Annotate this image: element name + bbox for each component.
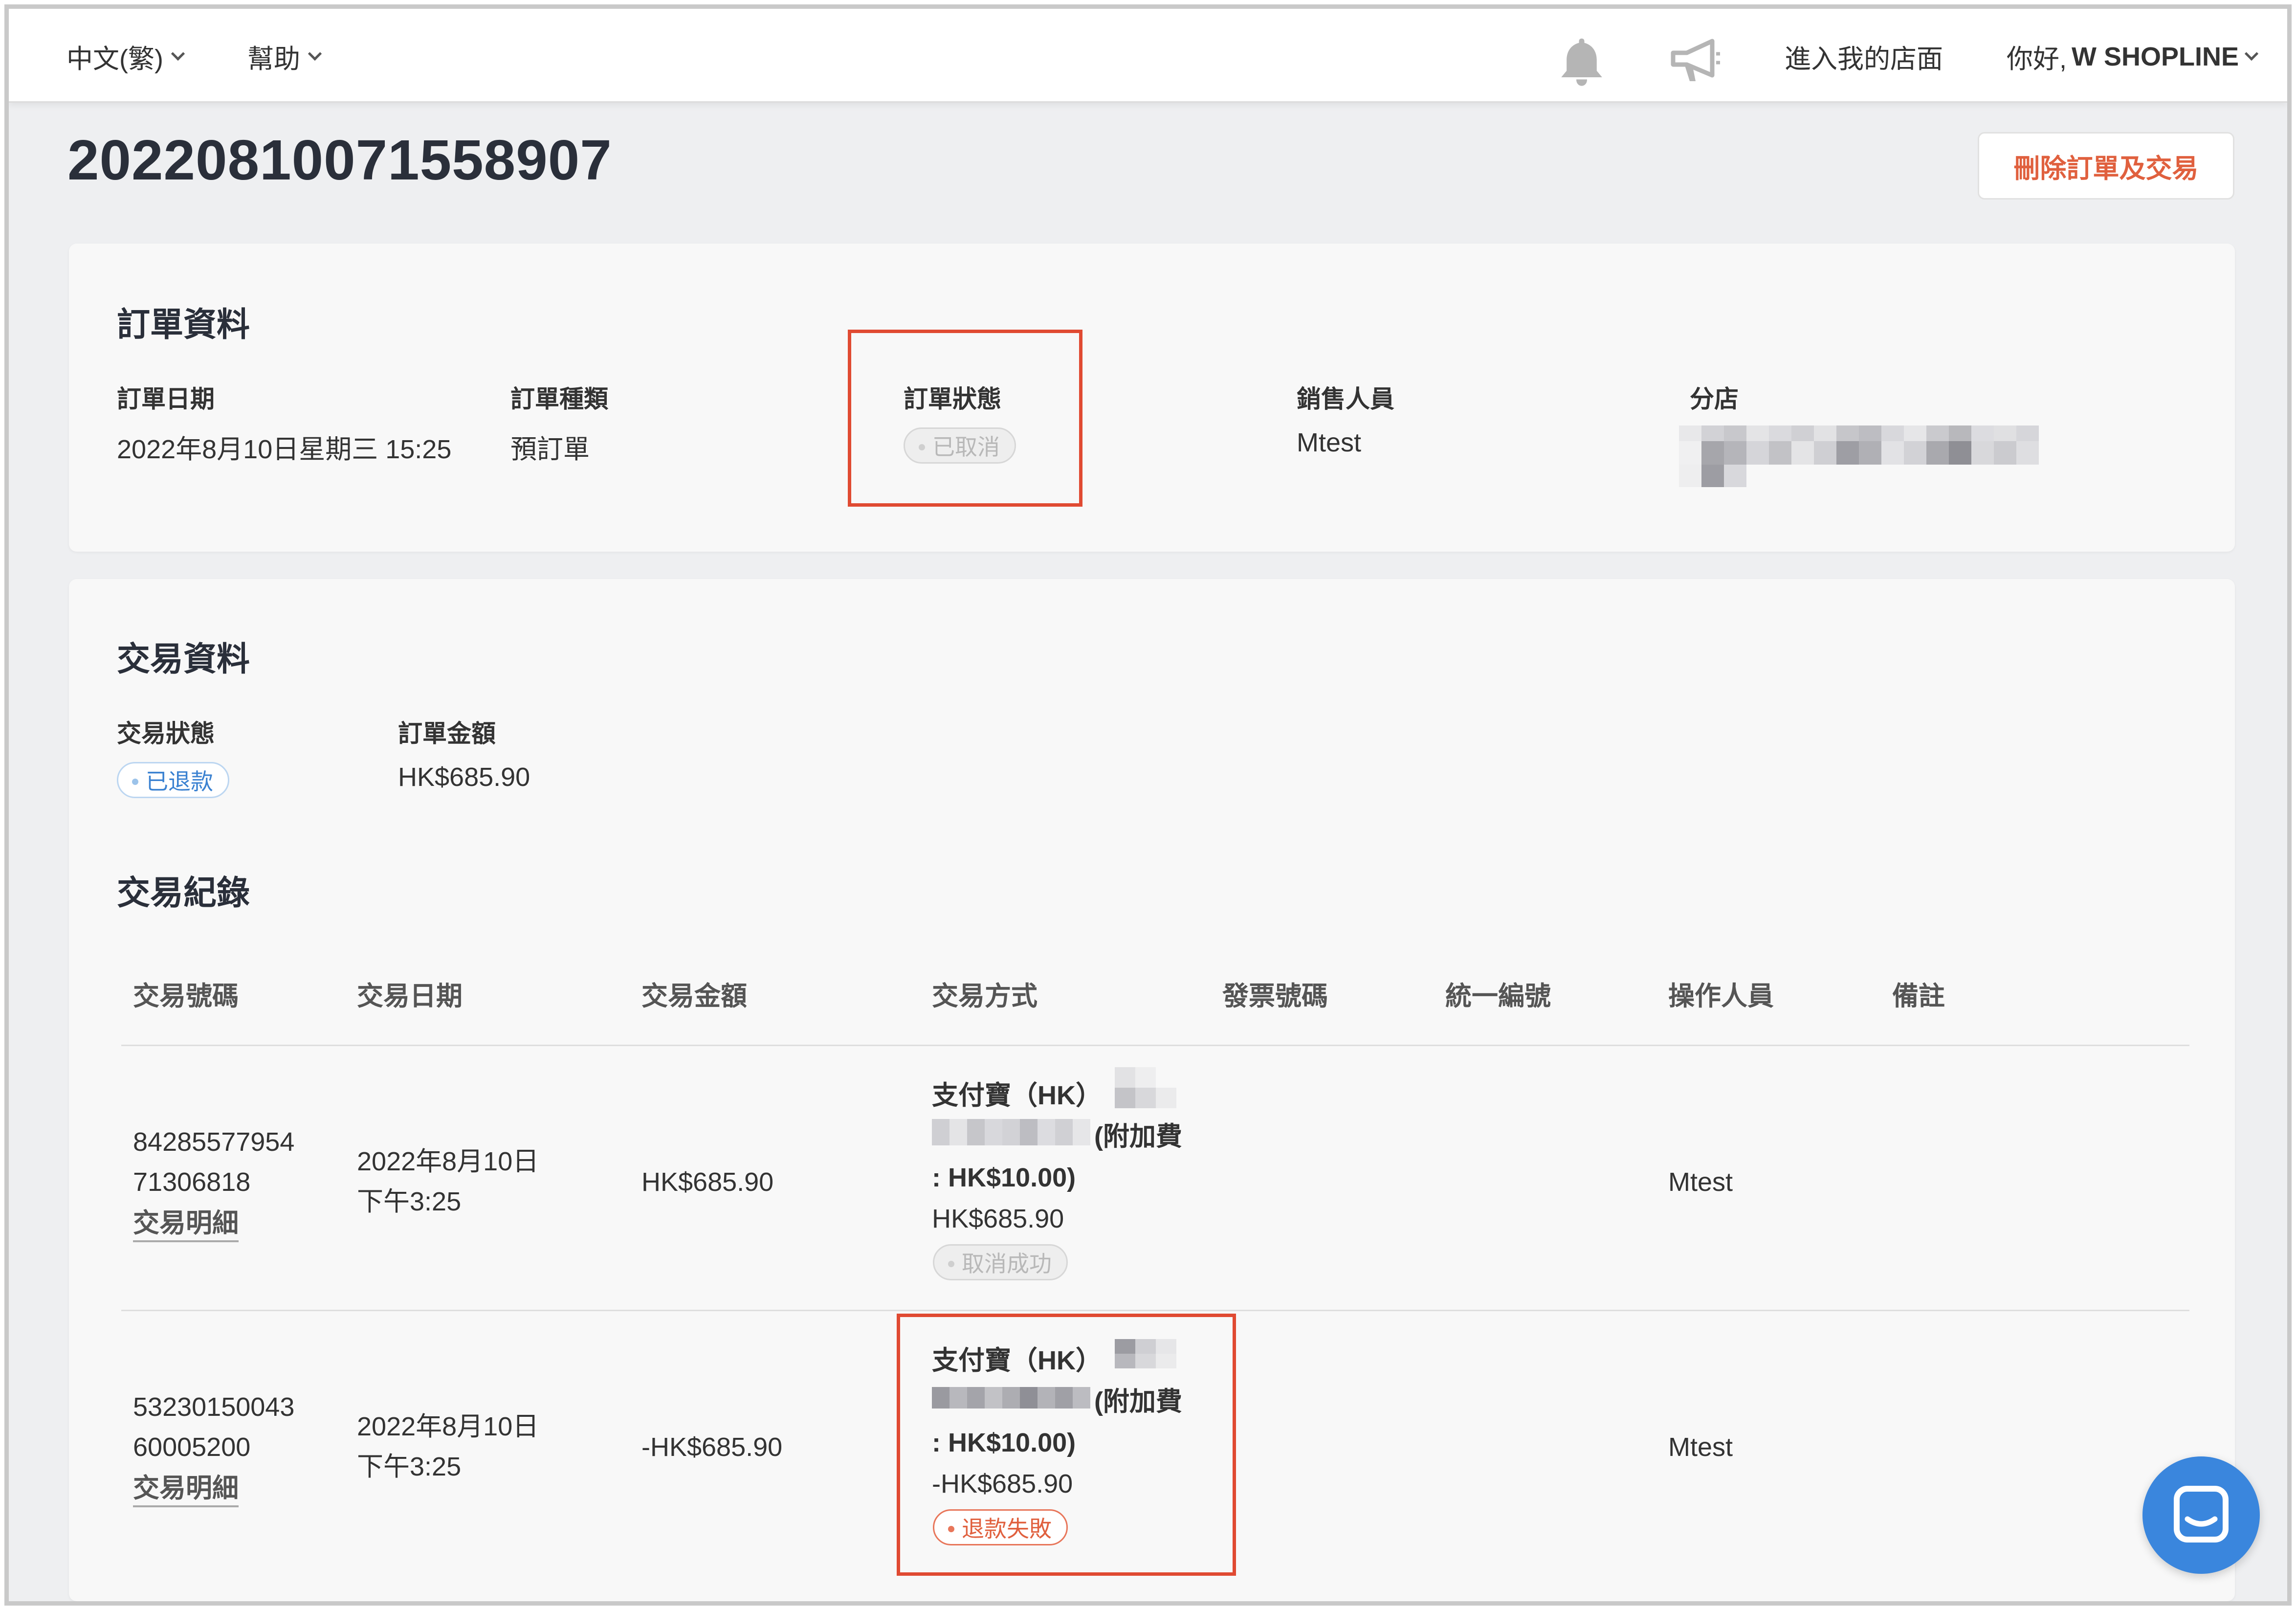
order-amount-label: 訂單金額: [398, 720, 496, 747]
highlight-box: [848, 330, 1082, 507]
order-date-label: 訂單日期: [117, 385, 215, 413]
megaphone-icon[interactable]: [1667, 36, 1726, 85]
delete-order-button[interactable]: 刪除訂單及交易: [1978, 132, 2234, 200]
txn-date-line2: 下午3:25: [357, 1452, 462, 1481]
transaction-detail-link[interactable]: 交易明細: [133, 1206, 239, 1242]
greeting-text: 你好,: [2007, 45, 2067, 74]
txn-no-line1: 84285577954: [133, 1127, 295, 1157]
chat-launcher-button[interactable]: [2142, 1456, 2260, 1574]
txn-no-line1: 53230150043: [133, 1392, 295, 1422]
col-header-txn-date: 交易日期: [357, 982, 463, 1011]
user-menu[interactable]: 你好, W SHOPLINE: [2007, 37, 2259, 76]
payment-status-badge: 取消成功: [933, 1244, 1068, 1280]
col-header-txn-no: 交易號碼: [133, 982, 239, 1011]
transaction-info-title: 交易資料: [117, 641, 250, 678]
highlight-box: [897, 1314, 1236, 1576]
transaction-detail-link[interactable]: 交易明細: [133, 1471, 239, 1507]
payment-fee: : HK$10.00): [932, 1163, 1076, 1192]
order-type-value: 預訂單: [510, 435, 590, 464]
operator-name: Mtest: [1668, 1432, 1733, 1462]
bell-icon[interactable]: [1555, 34, 1609, 88]
col-header-operator: 操作人員: [1668, 982, 1774, 1011]
salesperson-label: 銷售人員: [1297, 385, 1394, 413]
col-header-txn-method: 交易方式: [932, 982, 1038, 1011]
language-label: 中文(繁): [66, 45, 163, 74]
store-link-label: 進入我的店面: [1785, 45, 1943, 74]
branch-label: 分店: [1690, 385, 1739, 413]
language-selector[interactable]: 中文(繁): [66, 37, 185, 76]
order-type-label: 訂單種類: [510, 385, 608, 413]
order-amount-value: HK$685.90: [398, 762, 530, 792]
help-label: 幫助: [247, 45, 300, 74]
txn-date-line1: 2022年8月10日: [357, 1147, 539, 1176]
chevron-down-icon: [171, 46, 185, 61]
chevron-down-icon: [2244, 46, 2259, 61]
table-divider: [121, 1310, 2189, 1311]
col-header-invoice-no: 發票號碼: [1222, 982, 1328, 1011]
transaction-log-title: 交易紀錄: [117, 874, 250, 912]
txn-amount: HK$685.90: [641, 1167, 774, 1197]
txn-no-line2: 71306818: [133, 1167, 251, 1197]
transaction-status-label: 交易狀態: [117, 720, 215, 747]
txn-amount: -HK$685.90: [641, 1432, 783, 1462]
col-header-tax-id: 統一編號: [1445, 982, 1551, 1011]
transaction-status-badge: 已退款: [117, 762, 229, 798]
txn-date-line1: 2022年8月10日: [357, 1412, 539, 1441]
order-date-value: 2022年8月10日星期三 15:25: [117, 435, 452, 464]
user-name: W SHOPLINE: [2072, 42, 2239, 71]
table-divider: [121, 1045, 2189, 1046]
salesperson-value: Mtest: [1297, 428, 1362, 457]
branch-value-redacted: [1679, 425, 2039, 487]
redacted-block: [1115, 1067, 1176, 1108]
redacted-block: [932, 1119, 1090, 1145]
chat-icon: [2174, 1486, 2229, 1543]
chevron-down-icon: [308, 46, 322, 61]
app-window: 中文(繁) 幫助 進入我的店面 你好, W SHOPLINE 202208100…: [4, 4, 2292, 1606]
col-header-remarks: 備註: [1892, 982, 1945, 1011]
store-link[interactable]: 進入我的店面: [1785, 37, 1943, 76]
txn-date-line2: 下午3:25: [357, 1187, 462, 1216]
payment-method-name: 支付寶（HK）: [932, 1081, 1102, 1110]
txn-no-line2: 60005200: [133, 1432, 251, 1462]
payment-fee-prefix: (附加費: [1094, 1122, 1182, 1151]
order-info-card: [69, 244, 2235, 552]
top-navigation-bar: 中文(繁) 幫助 進入我的店面 你好, W SHOPLINE: [9, 9, 2287, 103]
order-info-title: 訂單資料: [117, 306, 250, 343]
payment-amount: HK$685.90: [932, 1204, 1064, 1233]
page-title: 20220810071558907: [67, 128, 612, 192]
col-header-txn-amount: 交易金額: [641, 982, 747, 1011]
operator-name: Mtest: [1668, 1167, 1733, 1197]
help-menu[interactable]: 幫助: [247, 37, 322, 76]
